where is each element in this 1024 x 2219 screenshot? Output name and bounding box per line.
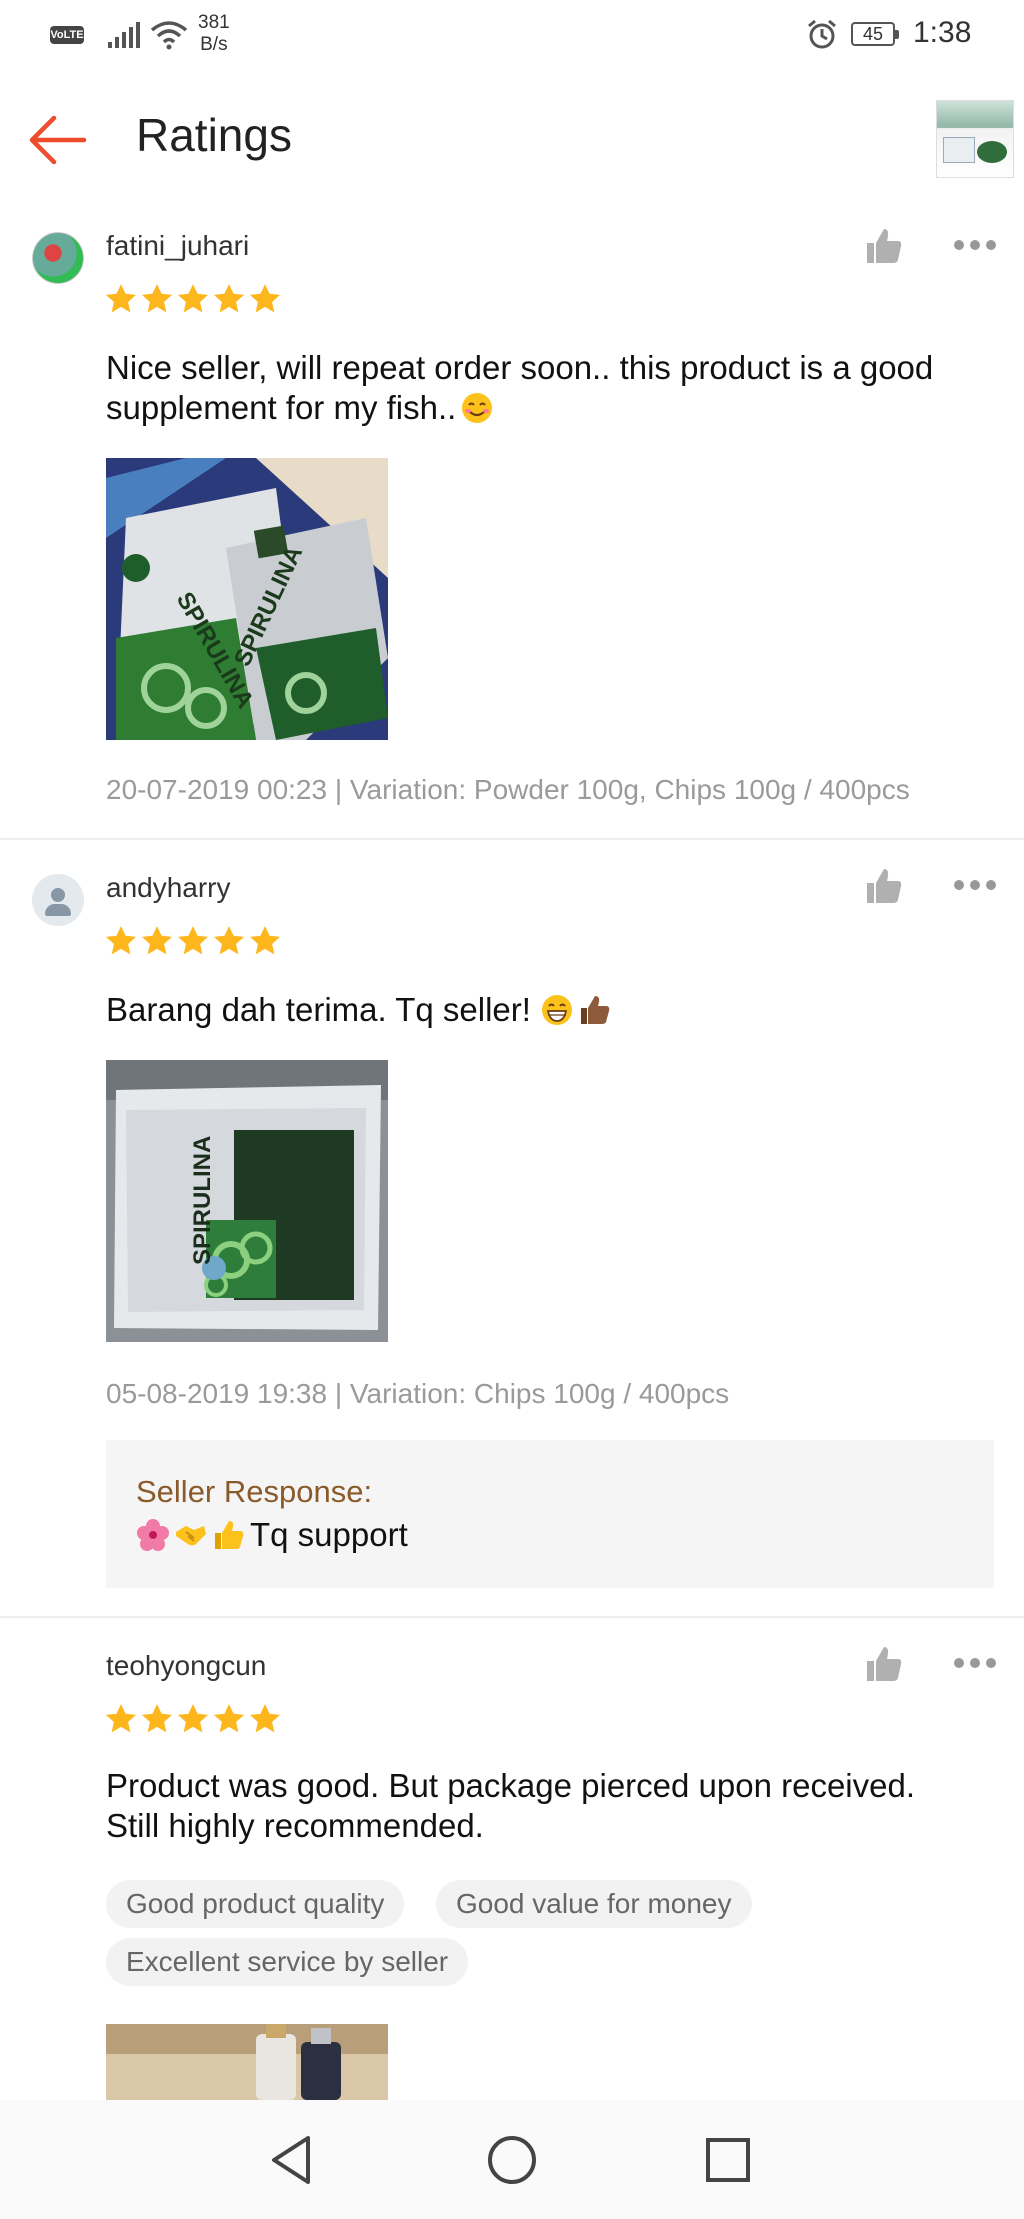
avatar-body bbox=[45, 904, 71, 916]
network-speed: 381 B/s bbox=[198, 12, 230, 56]
star-icon bbox=[177, 284, 209, 313]
status-bar: VoLTE 381 B/s 45 1:38 bbox=[0, 0, 1024, 72]
review-meta: 05-08-2019 19:38 | Variation: Chips 100g… bbox=[106, 1378, 730, 1409]
review-photo[interactable] bbox=[106, 2024, 388, 2100]
star-icon bbox=[141, 1704, 173, 1733]
avatar-head bbox=[51, 888, 65, 902]
more-options-icon[interactable] bbox=[954, 1658, 996, 1670]
seller-response: Seller Response: Tq support bbox=[106, 1440, 994, 1588]
grinning-face-icon bbox=[542, 995, 573, 1025]
network-speed-unit: B/s bbox=[200, 34, 228, 55]
review-text-part: supplement for my fish.. bbox=[106, 389, 457, 426]
review-tag: Excellent service by seller bbox=[106, 1938, 469, 1986]
thumbs-up-icon[interactable] bbox=[864, 1644, 904, 1684]
star-icon bbox=[213, 1704, 245, 1733]
review-tag: Good value for money bbox=[436, 1880, 752, 1928]
thumbs-up-emoji-icon bbox=[581, 996, 610, 1024]
handshake-icon bbox=[176, 1526, 206, 1546]
product-bottles-image bbox=[106, 2024, 388, 2100]
recents-square-icon[interactable] bbox=[696, 2128, 760, 2192]
arrow-left-icon[interactable] bbox=[26, 112, 88, 168]
reviewer-username[interactable]: teohyongcun bbox=[106, 1650, 266, 1682]
thumb-package bbox=[943, 137, 975, 163]
hibiscus-icon bbox=[137, 1519, 169, 1551]
star-icon bbox=[249, 926, 281, 955]
star-icon bbox=[105, 926, 137, 955]
reviewer-username[interactable]: fatini_juhari bbox=[106, 230, 249, 262]
review-text-line: Nice seller, will repeat order soon.. th… bbox=[106, 349, 934, 386]
star-icon bbox=[177, 1704, 209, 1733]
star-icon bbox=[141, 926, 173, 955]
seller-response-label: Seller Response: bbox=[136, 1474, 373, 1509]
product-thumbnail[interactable] bbox=[936, 100, 1014, 178]
avatar[interactable] bbox=[32, 874, 84, 926]
star-icon bbox=[141, 284, 173, 313]
system-nav-bar bbox=[0, 2100, 1024, 2219]
review-tag: Good product quality bbox=[106, 1880, 405, 1928]
spirulina-pack-image: SPIRULINA bbox=[106, 1060, 388, 1342]
more-options-icon[interactable] bbox=[954, 880, 996, 892]
star-icon bbox=[249, 1704, 281, 1733]
review-text-line: supplement for my fish.. bbox=[106, 388, 986, 428]
star-icon bbox=[213, 284, 245, 313]
battery-icon: 45 bbox=[851, 22, 899, 46]
star-icon bbox=[177, 926, 209, 955]
thumbs-up-icon[interactable] bbox=[864, 226, 904, 266]
divider bbox=[0, 1616, 1024, 1618]
review-text-line: Still highly recommended. bbox=[106, 1807, 484, 1844]
volte-indicator: VoLTE bbox=[50, 26, 84, 44]
review-text-line: Product was good. But package pierced up… bbox=[106, 1767, 916, 1804]
header: Ratings bbox=[0, 72, 1024, 202]
thumbs-up-emoji-icon bbox=[215, 1521, 244, 1549]
home-circle-icon[interactable] bbox=[480, 2128, 544, 2192]
seller-response-text: Tq support bbox=[136, 1516, 408, 1554]
network-speed-value: 381 bbox=[198, 12, 230, 33]
back-triangle-icon[interactable] bbox=[260, 2128, 324, 2192]
review-text-part: Barang dah terima. Tq seller! bbox=[106, 991, 541, 1028]
spirulina-packs-image: SPIRULINA SPIRULINA bbox=[106, 458, 388, 740]
star-icon bbox=[105, 1704, 137, 1733]
star-rating bbox=[104, 282, 282, 316]
review-text: Barang dah terima. Tq seller! bbox=[106, 990, 986, 1030]
thumbs-up-icon[interactable] bbox=[864, 866, 904, 906]
package-label: SPIRULINA bbox=[189, 1136, 216, 1265]
review-meta: 20-07-2019 00:23 | Variation: Powder 100… bbox=[106, 774, 910, 805]
star-icon bbox=[213, 926, 245, 955]
wifi-icon bbox=[150, 21, 188, 50]
star-icon bbox=[105, 284, 137, 313]
alarm-icon bbox=[808, 19, 836, 49]
clock: 1:38 bbox=[913, 16, 972, 49]
star-rating bbox=[104, 1702, 282, 1736]
star-icon bbox=[249, 284, 281, 313]
avatar[interactable] bbox=[32, 232, 84, 284]
more-options-icon[interactable] bbox=[954, 240, 996, 252]
review-text: Nice seller, will repeat order soon.. th… bbox=[106, 348, 986, 428]
divider bbox=[0, 838, 1024, 840]
page-title: Ratings bbox=[136, 109, 292, 161]
reviewer-username[interactable]: andyharry bbox=[106, 872, 231, 904]
review-photo[interactable]: SPIRULINA bbox=[106, 1060, 388, 1342]
smiling-face-icon bbox=[462, 393, 493, 423]
seller-response-message: Tq support bbox=[250, 1516, 408, 1553]
review-text: Product was good. But package pierced up… bbox=[106, 1766, 986, 1846]
signal-icon bbox=[108, 22, 140, 48]
star-rating bbox=[104, 924, 282, 958]
review-photo[interactable]: SPIRULINA SPIRULINA bbox=[106, 458, 388, 740]
thumb-spirulina bbox=[977, 141, 1007, 163]
